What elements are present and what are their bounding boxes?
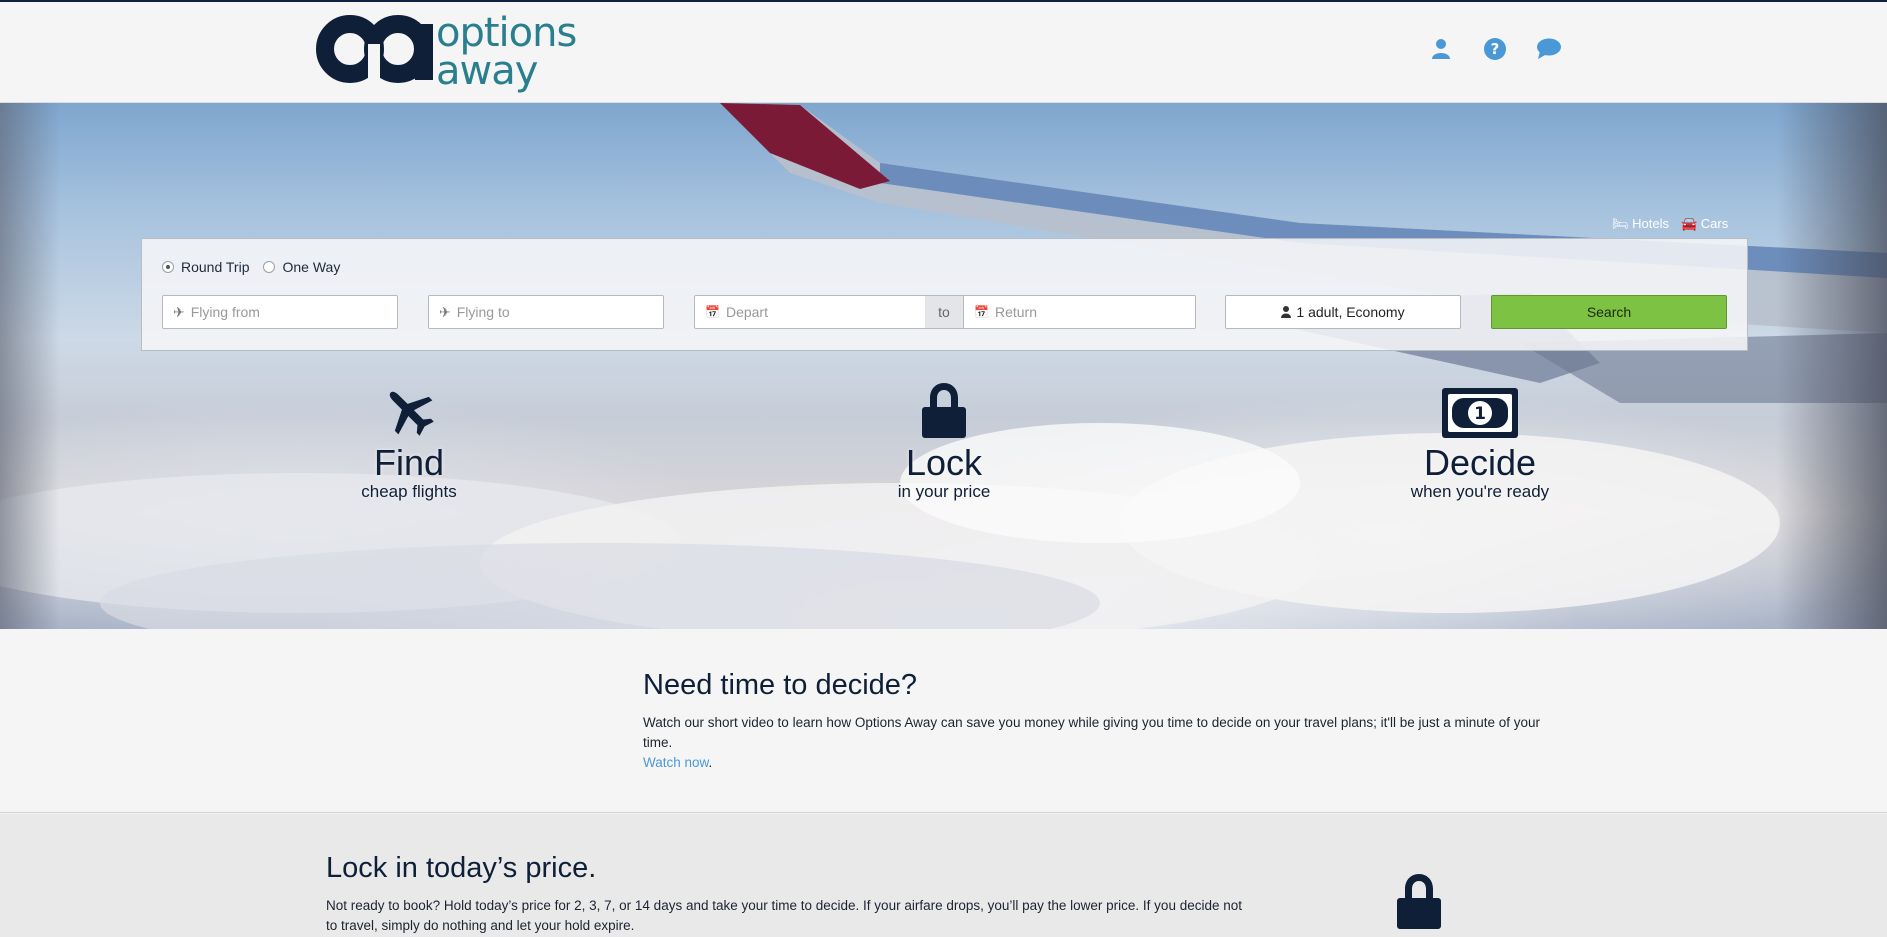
flying-to-field[interactable]: ✈	[428, 295, 664, 329]
person-icon	[1281, 306, 1292, 318]
cars-link[interactable]: 🚘 Cars	[1681, 216, 1728, 232]
feature-find-subtitle: cheap flights	[361, 482, 457, 501]
depart-date-input[interactable]	[725, 304, 925, 320]
header-icons: ?	[1428, 36, 1562, 62]
hero-banner: 🛏 Hotels 🚘 Cars Round Trip One Way ✈ ✈ 📅	[0, 103, 1887, 629]
logo-mark	[316, 15, 433, 84]
plane-icon	[289, 381, 529, 439]
feature-find-title: Find	[373, 442, 445, 483]
search-button[interactable]: Search	[1491, 295, 1727, 329]
need-time-heading: Need time to decide?	[643, 669, 918, 701]
feature-decide-title: Decide	[1423, 442, 1537, 483]
depart-date-field[interactable]: 📅	[694, 295, 926, 329]
flying-from-input[interactable]	[190, 304, 397, 320]
logo-line-1: options	[436, 10, 577, 56]
plane-icon: ✈	[439, 303, 451, 320]
hero-background-illustration	[0, 103, 1887, 629]
flight-search-form: Round Trip One Way ✈ ✈ 📅 to 📅 1 adult, E	[141, 238, 1748, 351]
watch-now-link[interactable]: Watch now	[643, 755, 709, 770]
lock-icon	[824, 381, 1064, 439]
need-time-text: Watch our short video to learn how Optio…	[643, 715, 1541, 750]
flying-from-field[interactable]: ✈	[162, 295, 398, 329]
hotels-link[interactable]: 🛏 Hotels	[1612, 216, 1669, 232]
window-frame-right	[1777, 103, 1887, 629]
need-time-section: Need time to decide? Watch our short vid…	[0, 629, 1887, 813]
site-header: options away ?	[0, 0, 1887, 103]
one-way-label: One Way	[282, 259, 341, 275]
svg-text:1: 1	[1474, 404, 1486, 424]
watch-now-suffix: .	[708, 755, 713, 770]
window-frame-left	[0, 103, 60, 629]
lock-price-heading: Lock in today’s price.	[326, 852, 597, 884]
round-trip-radio[interactable]: Round Trip	[162, 259, 249, 275]
feature-lock: Lock in your price	[824, 381, 1064, 501]
flying-to-input[interactable]	[456, 304, 663, 320]
logo-wordmark: options away	[436, 10, 577, 94]
chat-icon[interactable]	[1536, 36, 1562, 62]
feature-lock-subtitle: in your price	[897, 482, 991, 501]
need-time-body: Watch our short video to learn how Optio…	[643, 713, 1573, 773]
lock-icon	[1395, 872, 1443, 935]
feature-lock-title: Lock	[905, 442, 983, 483]
one-way-radio[interactable]: One Way	[263, 259, 340, 275]
dollar-bill-icon: 1	[1360, 381, 1600, 439]
lock-price-section: Lock in today’s price. Not ready to book…	[0, 814, 1887, 937]
feature-find: Find cheap flights	[289, 381, 529, 501]
plane-icon: ✈	[173, 303, 185, 320]
return-date-field[interactable]: 📅	[963, 295, 1196, 329]
feature-decide: 1 Decide when you're ready	[1360, 381, 1600, 501]
lock-price-body: Not ready to book? Hold today’s price fo…	[326, 898, 1242, 933]
round-trip-radio-dot[interactable]	[162, 261, 174, 273]
svg-text:?: ?	[1491, 40, 1500, 58]
calendar-icon: 📅	[974, 305, 989, 319]
hotels-link-label: Hotels	[1632, 216, 1669, 231]
user-icon[interactable]	[1428, 36, 1454, 62]
trip-type-radios: Round Trip One Way	[162, 259, 340, 275]
feature-decide-subtitle: when you're ready	[1410, 482, 1550, 501]
round-trip-label: Round Trip	[181, 259, 250, 275]
cars-link-label: Cars	[1700, 216, 1729, 231]
calendar-icon: 📅	[705, 305, 720, 319]
options-away-logo[interactable]: options away	[316, 10, 586, 94]
alt-search-links: 🛏 Hotels 🚘 Cars	[1612, 216, 1728, 232]
one-way-radio-dot[interactable]	[263, 261, 276, 273]
logo-line-2: away	[436, 48, 538, 94]
date-range-separator: to	[925, 295, 963, 329]
passengers-cabin-selector[interactable]: 1 adult, Economy	[1225, 295, 1461, 329]
return-date-input[interactable]	[994, 304, 1195, 320]
help-icon[interactable]: ?	[1482, 36, 1508, 62]
passengers-label: 1 adult, Economy	[1296, 304, 1405, 320]
